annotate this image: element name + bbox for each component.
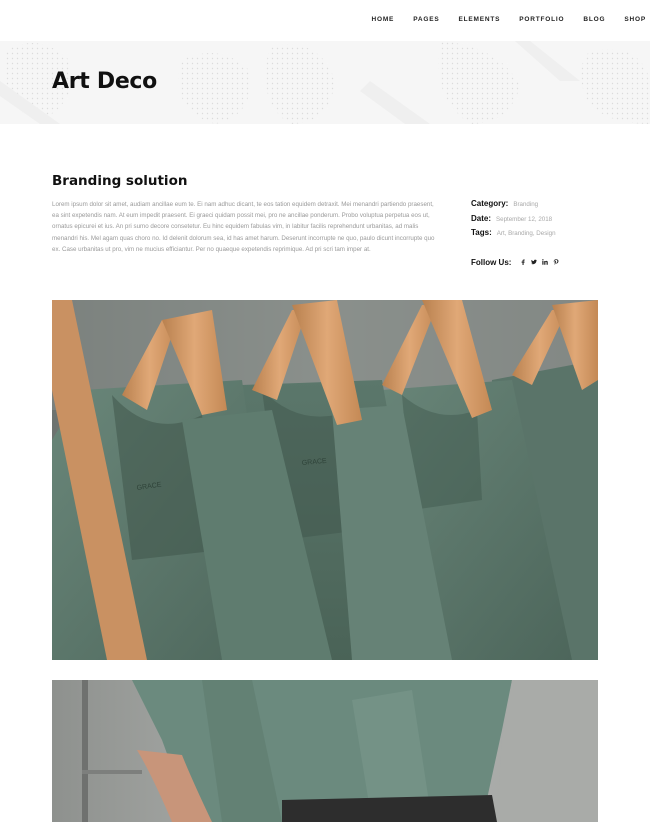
gallery-image-model (52, 680, 598, 822)
pinterest-icon[interactable] (550, 257, 561, 267)
category-value[interactable]: Branding (513, 201, 538, 208)
twitter-icon[interactable] (528, 257, 539, 267)
page-title-band: Art Deco (0, 41, 650, 124)
model-photo (52, 680, 598, 822)
project-meta: Category: Branding Date: September 12, 2… (471, 199, 601, 243)
nav-item-shop[interactable]: SHOP (624, 16, 646, 23)
date-value: September 12, 2018 (496, 215, 553, 223)
tags-value[interactable]: Art, Branding, Design (497, 230, 556, 237)
nav-item-portfolio[interactable]: PORTFOLIO (519, 16, 564, 23)
linkedin-icon[interactable] (539, 257, 550, 267)
page-title: Art Deco (52, 69, 157, 94)
meta-date: Date: September 12, 2018 (471, 214, 601, 229)
date-label: Date: (471, 213, 492, 223)
tags-label: Tags: (471, 228, 492, 237)
nav-item-home[interactable]: HOME (371, 16, 394, 23)
meta-tags: Tags: Art, Branding, Design (471, 228, 601, 243)
top-navigation: HOME PAGES ELEMENTS PORTFOLIO BLOG SHOP (0, 0, 650, 41)
facebook-icon[interactable] (517, 257, 528, 267)
project-description: Lorem ipsum dolor sit amet, audiam ancil… (52, 201, 435, 253)
gallery-image-hangers: GRACE GRACE (52, 300, 598, 660)
nav-item-blog[interactable]: BLOG (583, 16, 605, 23)
follow-us: Follow Us: (471, 257, 561, 267)
category-label: Category: (471, 199, 509, 208)
nav-item-pages[interactable]: PAGES (413, 16, 439, 23)
nav-item-elements[interactable]: ELEMENTS (458, 16, 500, 23)
follow-label: Follow Us: (471, 257, 512, 267)
nav-menu: HOME PAGES ELEMENTS PORTFOLIO BLOG SHOP (371, 16, 646, 23)
section-heading: Branding solution (52, 173, 188, 189)
meta-category: Category: Branding (471, 199, 601, 214)
hangers-photo: GRACE GRACE (52, 300, 598, 660)
